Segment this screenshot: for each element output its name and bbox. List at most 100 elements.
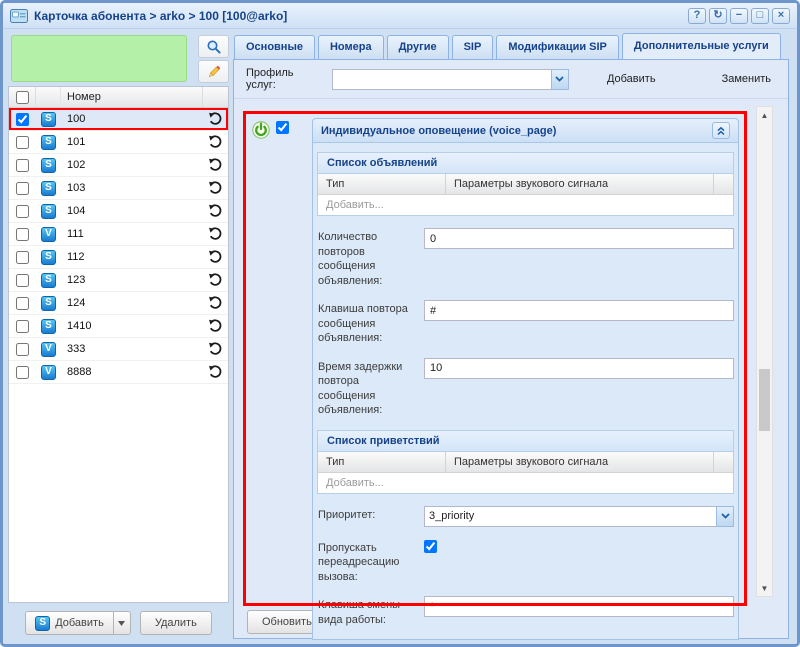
priority-combo-trigger[interactable] [716, 506, 734, 527]
profile-combo-input[interactable] [332, 69, 551, 90]
greetings-add-row[interactable]: Добавить... [318, 473, 733, 493]
service-state-controls [249, 118, 312, 640]
history-icon[interactable] [208, 250, 222, 264]
history-icon[interactable] [208, 181, 222, 195]
voice-page-panel-header[interactable]: Индивидуальное оповещение (voice_page) [313, 119, 738, 143]
scroll-up-arrow[interactable]: ▲ [757, 107, 772, 123]
close-button[interactable]: × [772, 8, 790, 24]
col-type: Тип [318, 174, 446, 194]
profile-replace-button[interactable]: Заменить [717, 70, 776, 88]
subscriber-row[interactable]: S 101 [9, 131, 228, 154]
subscriber-row[interactable]: S 112 [9, 246, 228, 269]
subscriber-checkbox[interactable] [16, 297, 29, 310]
subscriber-row[interactable]: S 100 [9, 108, 228, 131]
add-subscriber-button[interactable]: S Добавить [25, 611, 114, 635]
priority-combo-input[interactable] [424, 506, 716, 527]
announcements-add-row[interactable]: Добавить... [318, 195, 733, 215]
scroll-down-arrow[interactable]: ▼ [757, 580, 772, 596]
subscribers-toolbar: S Добавить Удалить [8, 607, 229, 639]
subscriber-number: 123 [61, 274, 202, 286]
history-icon[interactable] [208, 319, 222, 333]
add-subscriber-menu-button[interactable] [114, 611, 131, 635]
vertical-scrollbar[interactable]: ▲ ▼ [756, 106, 773, 597]
history-icon[interactable] [208, 296, 222, 310]
subscriber-checkbox[interactable] [16, 136, 29, 149]
subscriber-number: 103 [61, 182, 202, 194]
subscriber-row[interactable]: S 123 [9, 269, 228, 292]
subscriber-type-icon: S [41, 273, 56, 288]
voice-page-service-row: Индивидуальное оповещение (voice_page) [249, 118, 739, 640]
subscriber-row[interactable]: S 104 [9, 200, 228, 223]
subscriber-row[interactable]: V 111 [9, 223, 228, 246]
tab-other[interactable]: Другие [387, 35, 449, 59]
tab-sip-modifications[interactable]: Модификации SIP [496, 35, 619, 59]
service-enabled-checkbox[interactable] [276, 121, 289, 134]
help-button[interactable]: ? [688, 8, 706, 24]
profile-add-button[interactable]: Добавить [602, 70, 661, 88]
search-icon [206, 39, 222, 55]
subscriber-row[interactable]: S 103 [9, 177, 228, 200]
subscriber-checkbox[interactable] [16, 343, 29, 356]
search-button[interactable] [198, 35, 229, 58]
subscriber-row[interactable]: S 124 [9, 292, 228, 315]
subscriber-row[interactable]: V 333 [9, 338, 228, 361]
profile-label: Профиль услуг: [246, 67, 324, 91]
power-icon [252, 121, 270, 139]
chevron-down-icon [555, 76, 564, 82]
subscriber-checkbox[interactable] [16, 182, 29, 195]
history-icon[interactable] [208, 273, 222, 287]
collapse-panel-button[interactable] [712, 122, 730, 139]
history-icon[interactable] [208, 204, 222, 218]
refresh-window-button[interactable]: ↻ [709, 8, 727, 24]
maximize-button[interactable]: □ [751, 8, 769, 24]
repeat-key-input[interactable] [424, 300, 734, 321]
history-icon[interactable] [208, 227, 222, 241]
greetings-table-header: Тип Параметры звукового сигнала [318, 452, 733, 473]
edit-button[interactable] [198, 60, 229, 83]
subscriber-row[interactable]: S 1410 [9, 315, 228, 338]
announcements-section: Список объявлений Тип Параметры звуковог… [317, 152, 734, 216]
subscriber-type-icon: S [41, 112, 56, 127]
minimize-button[interactable]: − [730, 8, 748, 24]
skip-forwarding-checkbox[interactable] [424, 540, 437, 553]
greetings-section-title: Список приветствий [318, 431, 733, 452]
repeat-delay-field: Время задержки повтора сообщения объявле… [318, 358, 734, 418]
col-empty [713, 174, 733, 194]
subscriber-number: 111 [61, 228, 202, 240]
tab-additional-services[interactable]: Дополнительные услуги [622, 33, 781, 59]
work-mode-key-input[interactable] [424, 596, 734, 617]
subscriber-checkbox[interactable] [16, 274, 29, 287]
pencil-icon [206, 64, 222, 80]
tab-sip[interactable]: SIP [452, 35, 494, 59]
subscriber-checkbox[interactable] [16, 320, 29, 333]
history-icon[interactable] [208, 342, 222, 356]
tab-basic[interactable]: Основные [234, 35, 315, 59]
window-icon [10, 9, 28, 23]
subscriber-checkbox[interactable] [16, 205, 29, 218]
subscriber-row[interactable]: V 8888 [9, 361, 228, 384]
repeat-count-input[interactable] [424, 228, 734, 249]
delete-subscriber-button[interactable]: Удалить [140, 611, 212, 635]
profile-combo-trigger[interactable] [551, 69, 569, 90]
subscriber-row[interactable]: S 102 [9, 154, 228, 177]
repeat-key-field: Клавиша повтора сообщения объявления: [318, 300, 734, 346]
select-all-checkbox[interactable] [16, 91, 29, 104]
subscriber-type-icon: V [41, 342, 56, 357]
priority-field: Приоритет: [318, 506, 734, 527]
subscriber-checkbox[interactable] [16, 113, 29, 126]
subscriber-type-icon: S [41, 296, 56, 311]
subscriber-checkbox[interactable] [16, 228, 29, 241]
history-icon[interactable] [208, 365, 222, 379]
repeat-delay-input[interactable] [424, 358, 734, 379]
quick-search-box[interactable] [11, 35, 187, 82]
subscriber-number: 102 [61, 159, 202, 171]
subscriber-checkbox[interactable] [16, 251, 29, 264]
history-icon[interactable] [208, 135, 222, 149]
tab-numbers[interactable]: Номера [318, 35, 384, 59]
double-chevron-up-icon [716, 126, 726, 136]
history-icon[interactable] [208, 112, 222, 126]
subscriber-checkbox[interactable] [16, 366, 29, 379]
history-icon[interactable] [208, 158, 222, 172]
subscriber-checkbox[interactable] [16, 159, 29, 172]
scroll-thumb[interactable] [759, 369, 770, 431]
